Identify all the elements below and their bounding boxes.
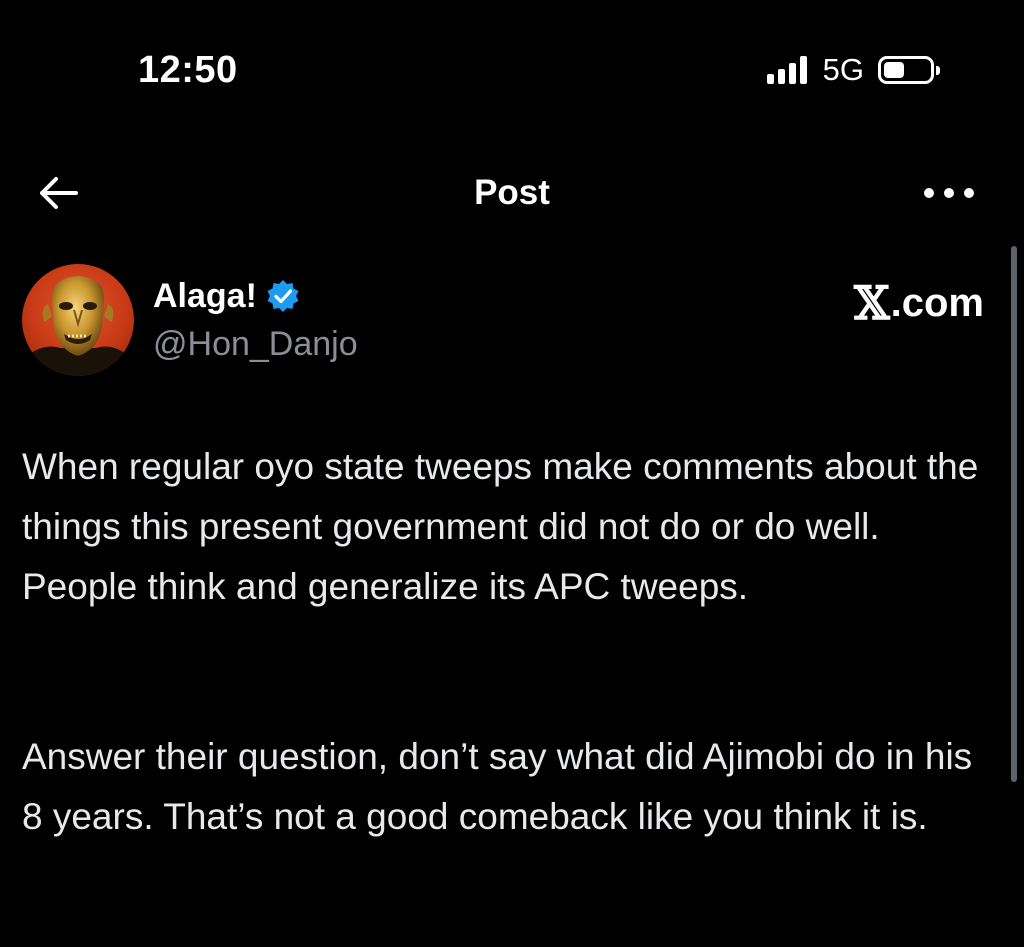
x-com-domain: .com [890, 281, 984, 325]
post-paragraph-2: Answer their question, don’t say what di… [22, 736, 973, 837]
signal-icon [766, 56, 807, 84]
author-handle[interactable]: @Hon_Danjo [153, 324, 358, 364]
avatar[interactable] [22, 264, 134, 376]
page-title: Post [474, 173, 550, 212]
battery-icon [878, 56, 940, 84]
verified-badge-icon [267, 280, 299, 312]
x-logo-icon: 𝕏 [853, 276, 890, 330]
more-options-button[interactable] [924, 182, 974, 204]
status-icons: 5G [766, 52, 940, 88]
status-time: 12:50 [138, 49, 238, 91]
author-display-name: Alaga! [153, 277, 257, 315]
author-name[interactable]: Alaga! [153, 276, 301, 316]
network-label: 5G [822, 52, 864, 87]
mask-avatar-image [22, 276, 134, 376]
x-com-logo: 𝕏 .com [854, 280, 984, 326]
scrollbar[interactable] [1011, 246, 1017, 782]
post-paragraph-1: When regular oyo state tweeps make comme… [22, 446, 979, 607]
more-options-icon [924, 188, 934, 198]
